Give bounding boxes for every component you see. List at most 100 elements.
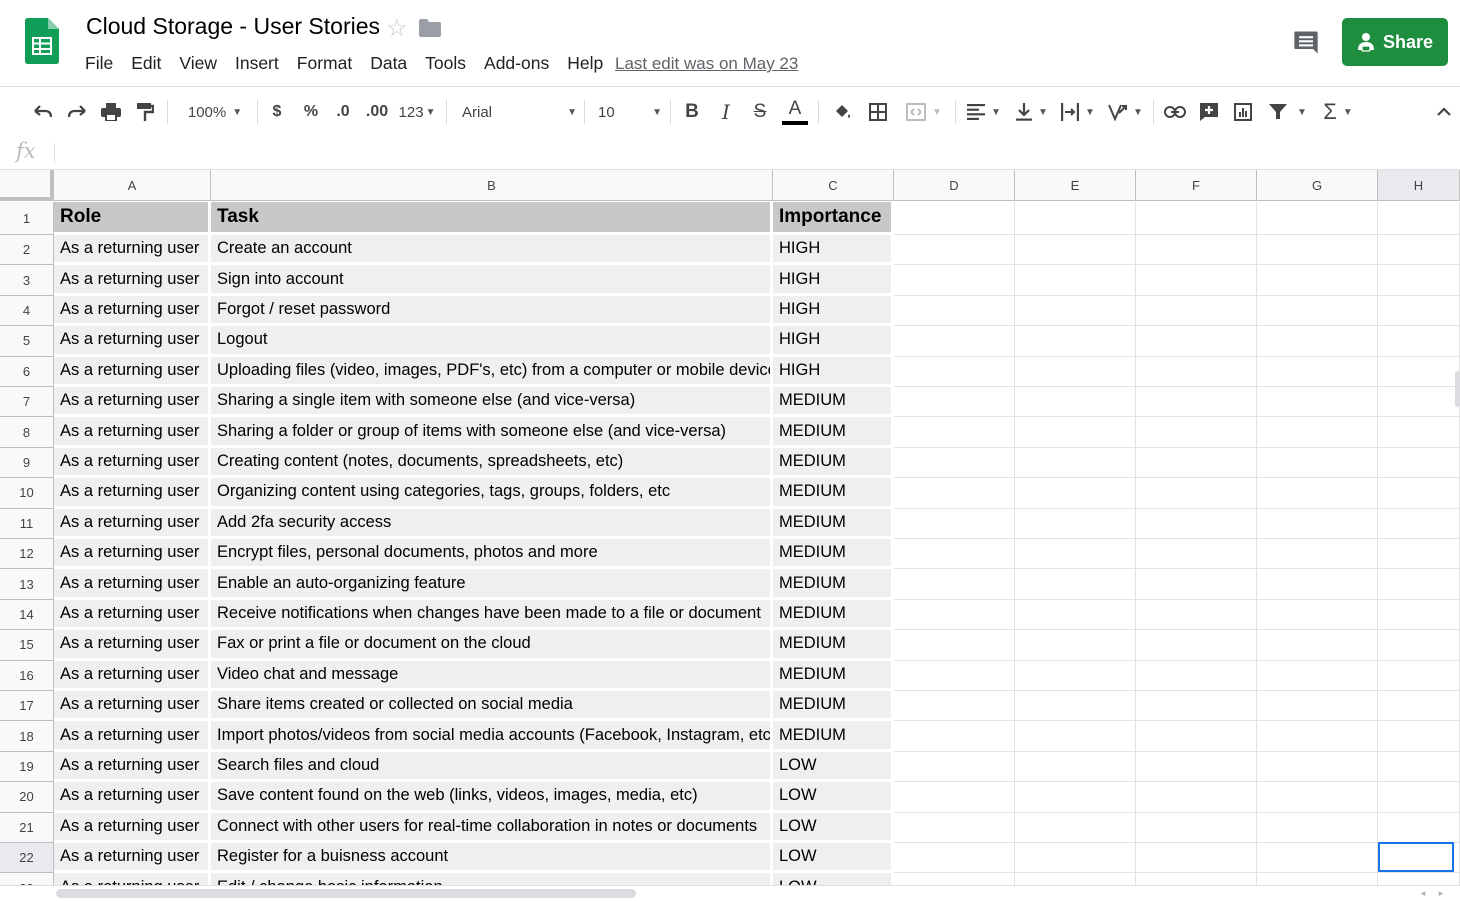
cell-c19[interactable]: LOW — [773, 751, 894, 783]
cell-g18[interactable] — [1257, 721, 1378, 752]
cell-g3[interactable] — [1257, 265, 1378, 296]
cell-e6[interactable] — [1015, 356, 1136, 387]
cell-g12[interactable] — [1257, 539, 1378, 570]
cell-h2[interactable] — [1378, 235, 1460, 266]
cell-g23[interactable] — [1257, 873, 1378, 885]
cell-a4[interactable]: As a returning user — [54, 295, 211, 327]
cell-d7[interactable] — [894, 387, 1015, 418]
cell-e14[interactable] — [1015, 599, 1136, 631]
row-header[interactable]: 19 — [0, 751, 54, 783]
cell-c4[interactable]: HIGH — [773, 295, 894, 327]
row-header[interactable]: 2 — [0, 235, 54, 266]
cell-d12[interactable] — [894, 539, 1015, 570]
cell-g21[interactable] — [1257, 812, 1378, 843]
cell-f12[interactable] — [1136, 539, 1257, 570]
cell-h19[interactable] — [1378, 751, 1460, 783]
row-header[interactable]: 21 — [0, 812, 54, 843]
cell-h10[interactable] — [1378, 478, 1460, 509]
cell-f1[interactable] — [1136, 202, 1257, 235]
cell-a17[interactable]: As a returning user — [54, 691, 211, 722]
cell-c7[interactable]: MEDIUM — [773, 387, 894, 418]
row-header[interactable]: 17 — [0, 691, 54, 722]
cell-f21[interactable] — [1136, 812, 1257, 843]
row-header[interactable]: 10 — [0, 478, 54, 509]
font-family-select[interactable]: Arial ▼ — [462, 87, 577, 137]
row-header[interactable]: 12 — [0, 539, 54, 570]
cell-h20[interactable] — [1378, 782, 1460, 813]
cell-a15[interactable]: As a returning user — [54, 630, 211, 661]
percent-format-button[interactable]: % — [300, 87, 322, 137]
cell-c5[interactable]: HIGH — [773, 326, 894, 357]
cell-d16[interactable] — [894, 660, 1015, 691]
menu-view[interactable]: View — [179, 53, 217, 74]
cell-c22[interactable]: LOW — [773, 843, 894, 874]
cell-a5[interactable]: As a returning user — [54, 326, 211, 357]
column-header-a[interactable]: A — [54, 170, 211, 201]
cell-e19[interactable] — [1015, 751, 1136, 783]
cell-g13[interactable] — [1257, 569, 1378, 600]
select-all-corner[interactable] — [0, 170, 54, 201]
cell-f10[interactable] — [1136, 478, 1257, 509]
cell-d8[interactable] — [894, 417, 1015, 448]
column-header-g[interactable]: G — [1257, 170, 1378, 201]
row-header[interactable]: 23 — [0, 873, 54, 885]
row-header[interactable]: 1 — [0, 202, 54, 235]
cell-f22[interactable] — [1136, 843, 1257, 874]
row-header[interactable]: 22 — [0, 843, 54, 874]
cell-d20[interactable] — [894, 782, 1015, 813]
cell-c16[interactable]: MEDIUM — [773, 660, 894, 691]
cell-e10[interactable] — [1015, 478, 1136, 509]
cell-e11[interactable] — [1015, 508, 1136, 539]
font-size-select[interactable]: 10 ▼ — [598, 87, 662, 137]
cell-d9[interactable] — [894, 447, 1015, 479]
menu-help[interactable]: Help — [567, 53, 603, 74]
cell-e23[interactable] — [1015, 873, 1136, 885]
cell-b11[interactable]: Add 2fa security access — [211, 508, 773, 539]
cell-h8[interactable] — [1378, 417, 1460, 448]
cell-g16[interactable] — [1257, 660, 1378, 691]
cell-b22[interactable]: Register for a buisness account — [211, 843, 773, 874]
cell-c11[interactable]: MEDIUM — [773, 508, 894, 539]
cell-d4[interactable] — [894, 295, 1015, 327]
menu-data[interactable]: Data — [370, 53, 407, 74]
functions-icon[interactable]: Σ ▼ — [1318, 87, 1358, 137]
row-header[interactable]: 11 — [0, 508, 54, 539]
cell-b16[interactable]: Video chat and message — [211, 660, 773, 691]
cell-f11[interactable] — [1136, 508, 1257, 539]
column-header-e[interactable]: E — [1015, 170, 1136, 201]
cell-d17[interactable] — [894, 691, 1015, 722]
cell-a7[interactable]: As a returning user — [54, 387, 211, 418]
cell-g6[interactable] — [1257, 356, 1378, 387]
cell-e4[interactable] — [1015, 295, 1136, 327]
cell-e2[interactable] — [1015, 235, 1136, 266]
cell-a1[interactable]: Role — [54, 202, 211, 235]
cell-c3[interactable]: HIGH — [773, 265, 894, 296]
print-icon[interactable] — [98, 87, 124, 137]
cell-b1[interactable]: Task — [211, 202, 773, 235]
cell-f16[interactable] — [1136, 660, 1257, 691]
borders-icon[interactable] — [866, 87, 890, 137]
cell-g10[interactable] — [1257, 478, 1378, 509]
cell-d1[interactable] — [894, 202, 1015, 235]
share-button[interactable]: Share — [1342, 18, 1448, 66]
cell-b7[interactable]: Sharing a single item with someone else … — [211, 387, 773, 418]
cell-c21[interactable]: LOW — [773, 812, 894, 843]
number-format-select[interactable]: 123 ▼ — [396, 87, 438, 137]
cell-e7[interactable] — [1015, 387, 1136, 418]
cell-b12[interactable]: Encrypt files, personal documents, photo… — [211, 539, 773, 570]
filter-icon[interactable]: ▼ — [1264, 87, 1312, 137]
cell-f14[interactable] — [1136, 599, 1257, 631]
cell-d19[interactable] — [894, 751, 1015, 783]
cell-e13[interactable] — [1015, 569, 1136, 600]
cell-g15[interactable] — [1257, 630, 1378, 661]
cell-c1[interactable]: Importance — [773, 202, 894, 235]
row-header[interactable]: 6 — [0, 356, 54, 387]
column-header-c[interactable]: C — [773, 170, 894, 201]
scroll-left-icon[interactable]: ◂ — [1416, 886, 1430, 900]
cell-e20[interactable] — [1015, 782, 1136, 813]
cell-b2[interactable]: Create an account — [211, 235, 773, 266]
cell-a8[interactable]: As a returning user — [54, 417, 211, 448]
column-header-h[interactable]: H — [1378, 170, 1460, 201]
cell-d15[interactable] — [894, 630, 1015, 661]
cell-f9[interactable] — [1136, 447, 1257, 479]
